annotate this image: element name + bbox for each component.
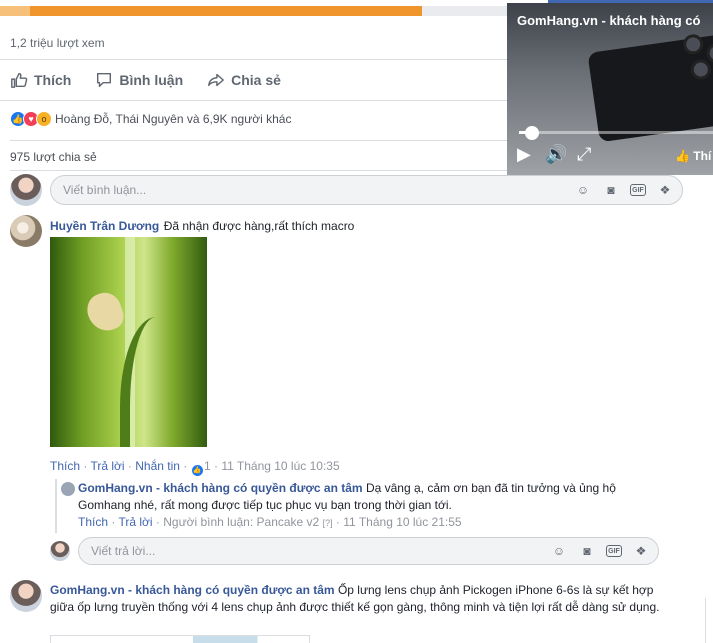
like-button[interactable]: Thích bbox=[10, 71, 71, 89]
comment-button[interactable]: Bình luận bbox=[95, 71, 183, 89]
comment-message-link[interactable]: Nhắn tin bbox=[135, 459, 180, 473]
divider bbox=[0, 100, 507, 101]
mini-player-title[interactable]: GomHang.vn - khách hàng có bbox=[517, 13, 700, 28]
comment-like-link[interactable]: Thích bbox=[50, 459, 80, 473]
avatar[interactable] bbox=[50, 541, 70, 561]
camera-icon[interactable]: ◙ bbox=[602, 181, 620, 199]
thread-line bbox=[55, 479, 57, 533]
scrollbar-edge bbox=[705, 598, 713, 643]
comment-meta: Thích · Trả lời · Nhắn tin · 👍 1 · 11 Th… bbox=[50, 459, 340, 477]
sticker-icon[interactable]: ❖ bbox=[632, 542, 650, 560]
comment-reply-link[interactable]: Trả lời bbox=[90, 459, 124, 473]
reply-input-tools: ☺ ◙ GIF ❖ bbox=[550, 542, 650, 560]
video-progress-fill bbox=[0, 6, 422, 16]
comment-photo[interactable] bbox=[50, 635, 310, 643]
seek-handle[interactable] bbox=[525, 126, 539, 140]
expand-icon[interactable]: ⤢ bbox=[577, 144, 591, 165]
share-label: Chia sẻ bbox=[231, 72, 281, 88]
comment-input-placeholder: Viết bình luận... bbox=[63, 183, 147, 197]
photo-bud bbox=[82, 288, 128, 336]
comment-author[interactable]: GomHang.vn - khách hàng có quyền được an… bbox=[50, 583, 335, 597]
comment-like-count[interactable]: 1 bbox=[204, 459, 211, 473]
wow-reaction-icon: o bbox=[36, 111, 52, 127]
share-arrow-icon bbox=[208, 73, 225, 87]
mini-like-button[interactable]: 👍 Thí bbox=[675, 149, 711, 163]
reaction-summary[interactable]: 👍 ♥ o Hoàng Đỗ, Thái Nguyên và 6,9K ngườ… bbox=[10, 111, 291, 127]
facebook-post-view: 1,2 triệu lượt xem Thích Bình luận Chia … bbox=[0, 0, 713, 643]
view-count: 1,2 triệu lượt xem bbox=[10, 36, 105, 50]
avatar[interactable] bbox=[10, 580, 42, 612]
speech-bubble-icon bbox=[97, 72, 112, 88]
avatar[interactable] bbox=[10, 215, 42, 247]
like-reaction-icon: 👍 bbox=[190, 463, 204, 477]
video-phone bbox=[587, 33, 713, 143]
comment-row: Huyền Trân Dương Đã nhận được hàng,rất t… bbox=[50, 217, 510, 235]
like-label: Thích bbox=[34, 72, 72, 88]
comment-time[interactable]: 11 Tháng 10 lúc 10:35 bbox=[221, 459, 339, 473]
post-actions: Thích Bình luận Chia sẻ bbox=[0, 62, 295, 98]
comment-row: GomHang.vn - khách hàng có quyền được an… bbox=[50, 582, 665, 616]
gif-icon[interactable]: GIF bbox=[606, 545, 622, 557]
comment-text: Đã nhận được hàng,rất thích macro bbox=[163, 219, 355, 233]
reply-like-link[interactable]: Thích bbox=[78, 515, 108, 529]
reply-time[interactable]: 11 Tháng 10 lúc 21:55 bbox=[343, 515, 461, 529]
divider bbox=[0, 59, 507, 60]
comment-author[interactable]: Huyền Trân Dương bbox=[50, 219, 159, 233]
reaction-icons: 👍 ♥ o bbox=[10, 111, 52, 127]
sticker-icon[interactable]: ❖ bbox=[656, 181, 674, 199]
mini-video-player[interactable]: GomHang.vn - khách hàng có ▶ 🔊 ⤢ 👍 Thí bbox=[507, 3, 713, 175]
reaction-names: Hoàng Đỗ, Thái Nguyên và 6,9K người khác bbox=[55, 112, 292, 126]
gif-icon[interactable]: GIF bbox=[630, 184, 646, 196]
video-lens bbox=[681, 33, 705, 56]
share-button[interactable]: Chia sẻ bbox=[207, 71, 281, 89]
reply-meta: Thích · Trả lời · Người bình luận: Panca… bbox=[78, 515, 462, 529]
reply-reply-link[interactable]: Trả lời bbox=[118, 515, 152, 529]
reply-input-placeholder: Viết trả lời... bbox=[91, 544, 156, 558]
video-lens bbox=[689, 58, 713, 81]
share-count[interactable]: 975 lượt chia sẻ bbox=[10, 150, 97, 164]
comment-input-tools: ☺ ◙ GIF ❖ bbox=[574, 181, 674, 199]
camera-icon[interactable]: ◙ bbox=[578, 542, 596, 560]
help-badge[interactable]: [?] bbox=[323, 518, 333, 528]
video-progress-bar[interactable] bbox=[0, 6, 548, 16]
reply-row: GomHang.vn - khách hàng có quyền được an… bbox=[78, 480, 638, 514]
mini-like-label: Thí bbox=[693, 149, 712, 163]
volume-icon[interactable]: 🔊 bbox=[545, 144, 567, 165]
emoji-icon[interactable]: ☺ bbox=[550, 542, 568, 560]
mini-seek-bar[interactable] bbox=[519, 131, 713, 134]
reply-input[interactable]: Viết trả lời... ☺ ◙ GIF ❖ bbox=[78, 537, 659, 565]
reply-commenter: Người bình luận: Pancake v2 bbox=[163, 515, 320, 529]
comment-input[interactable]: Viết bình luận... ☺ ◙ GIF ❖ bbox=[50, 175, 683, 205]
comment-photo[interactable] bbox=[50, 237, 207, 447]
thumbs-up-icon bbox=[11, 72, 28, 88]
reply-author[interactable]: GomHang.vn - khách hàng có quyền được an… bbox=[78, 481, 363, 495]
comment-label: Bình luận bbox=[119, 72, 184, 88]
avatar[interactable] bbox=[61, 482, 75, 496]
emoji-icon[interactable]: ☺ bbox=[574, 181, 592, 199]
play-icon[interactable]: ▶ bbox=[517, 144, 531, 165]
avatar[interactable] bbox=[10, 174, 42, 206]
